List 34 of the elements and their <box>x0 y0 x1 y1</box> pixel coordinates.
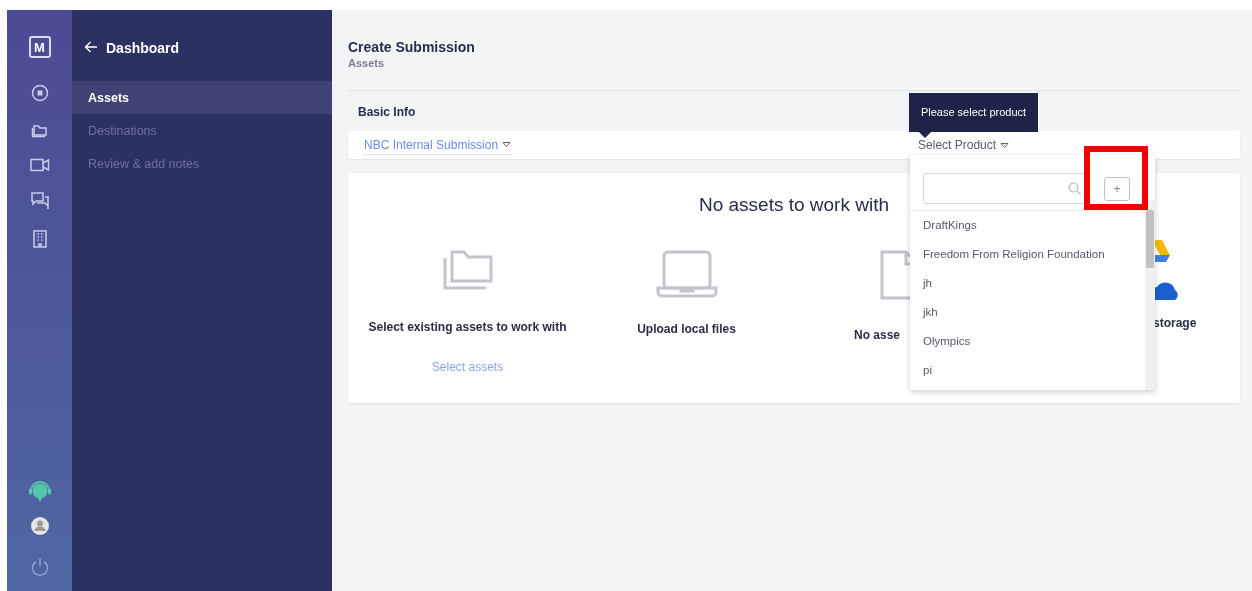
option-title: Select existing assets to work with <box>368 318 567 336</box>
dropdown-option[interactable]: jh <box>910 269 1145 298</box>
page-title: Create Submission <box>348 38 476 56</box>
dropdown-option[interactable]: pi <box>910 356 1145 385</box>
dropdown-option[interactable]: DraftKings <box>910 211 1145 240</box>
dropdown-option[interactable]: jkh <box>910 298 1145 327</box>
search-icon <box>1068 182 1081 195</box>
empty-state-title: No assets to work with <box>697 193 891 217</box>
page-subtitle: Assets <box>348 56 386 70</box>
section-heading: Basic Info <box>357 104 417 121</box>
back-link[interactable]: Dashboard <box>106 38 180 59</box>
option-title: storage <box>1153 314 1197 332</box>
dropdown-option[interactable]: Freedom From Religion Foundation <box>910 240 1145 269</box>
power-icon[interactable] <box>29 557 50 577</box>
caret-icon <box>502 141 512 148</box>
dropdown-option[interactable]: Olympics <box>910 327 1145 356</box>
user-avatar-icon[interactable] <box>30 517 49 535</box>
video-camera-icon[interactable] <box>29 158 50 172</box>
caret-icon <box>1000 141 1010 149</box>
highlight-frame <box>1084 146 1148 210</box>
building-icon[interactable] <box>32 230 47 248</box>
headset-icon[interactable] <box>27 481 52 503</box>
grid-circle-icon[interactable] <box>30 84 49 102</box>
option-title: Upload local files <box>637 320 736 338</box>
folder-stack-icon <box>441 249 494 290</box>
product-select[interactable]: Select Product <box>918 136 1010 154</box>
back-arrow-icon[interactable] <box>84 40 98 54</box>
sidebar-item[interactable]: Assets <box>72 81 332 114</box>
chat-bubbles-icon[interactable] <box>30 192 49 210</box>
folder-icon[interactable] <box>30 122 49 138</box>
scrollbar-thumb[interactable] <box>1146 210 1154 268</box>
option-title: No asse <box>854 326 901 344</box>
app-logo[interactable]: M <box>28 36 51 58</box>
laptop-icon <box>655 249 718 298</box>
